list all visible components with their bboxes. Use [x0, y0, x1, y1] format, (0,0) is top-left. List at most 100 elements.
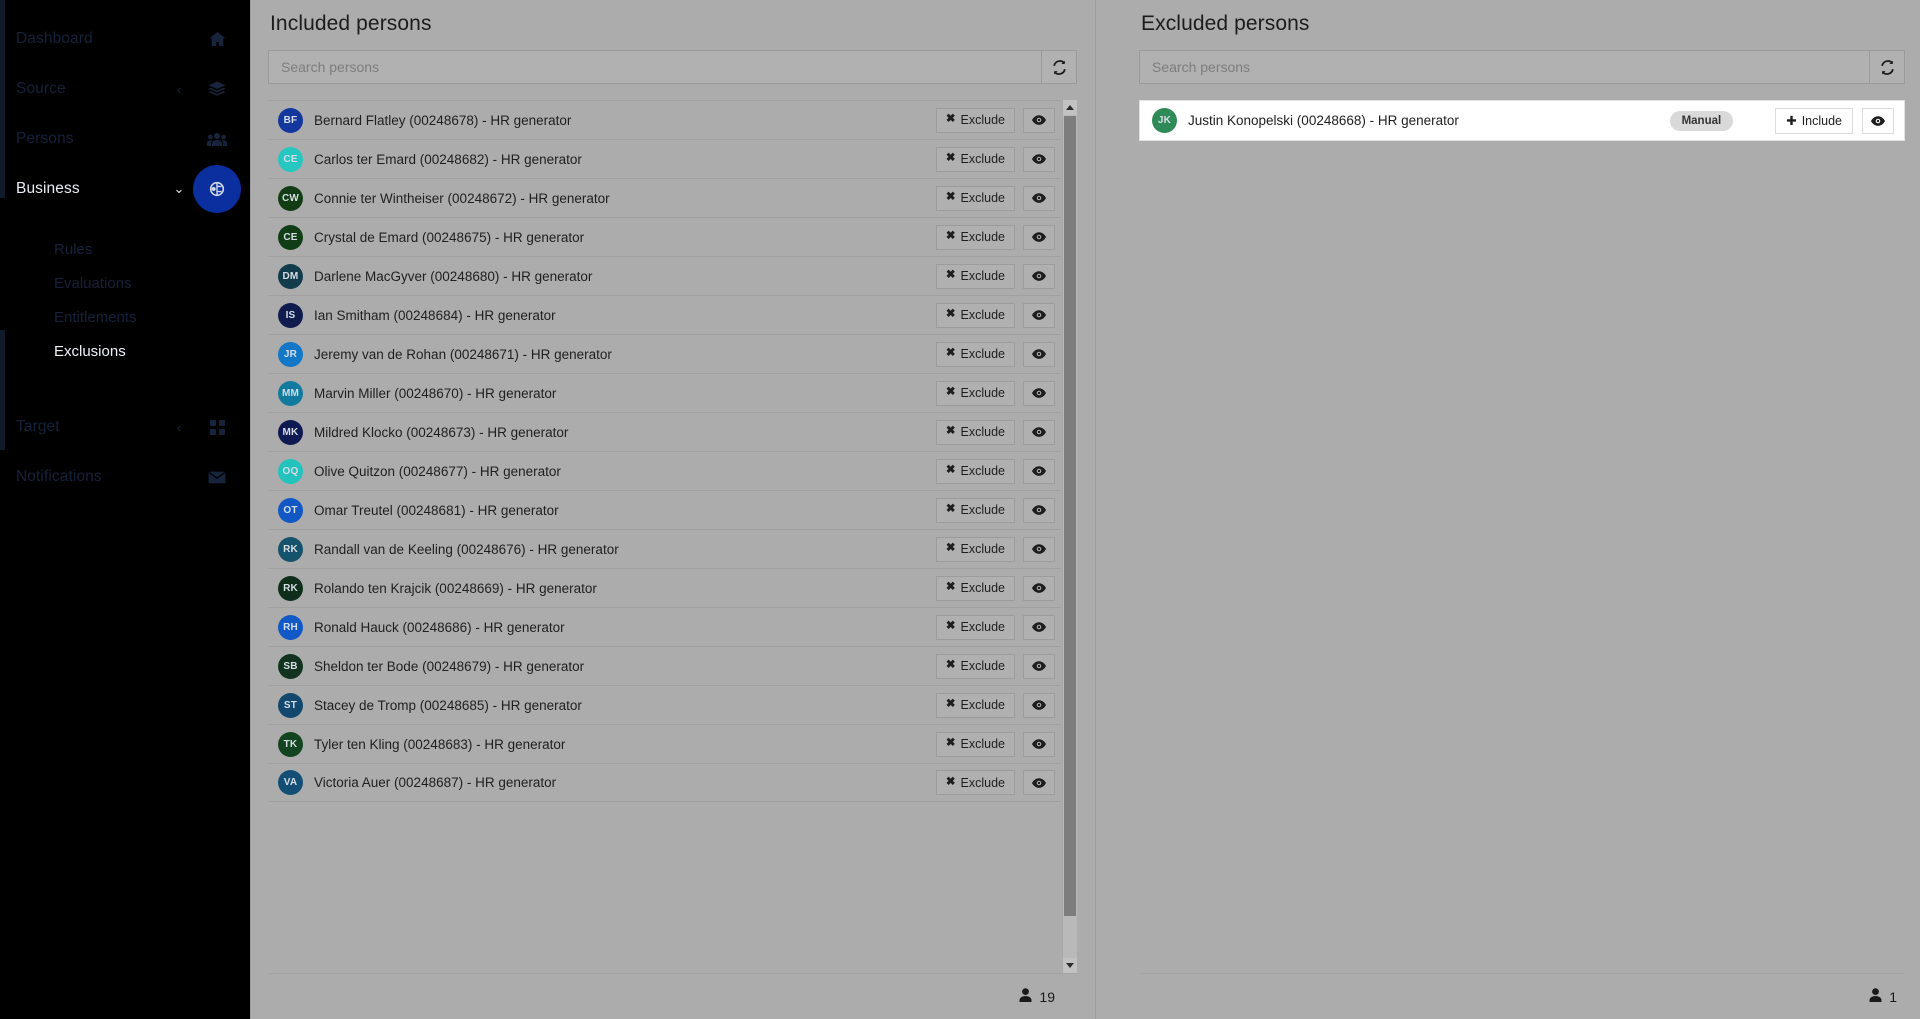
table-row[interactable]: OT Omar Treutel (00248681) - HR generator…: [268, 490, 1061, 529]
exclude-button[interactable]: ✖ Exclude: [935, 770, 1015, 795]
table-row[interactable]: RH Ronald Hauck (00248686) - HR generator…: [268, 607, 1061, 646]
sidebar-item-entitlements[interactable]: Entitlements: [0, 300, 250, 334]
eye-icon[interactable]: [1023, 692, 1055, 718]
close-icon: ✖: [945, 191, 956, 204]
search-input[interactable]: [268, 50, 1041, 84]
chevron-down-icon[interactable]: [1063, 958, 1077, 973]
sidebar-subitem-label: Evaluations: [54, 274, 132, 292]
scrollbar-vertical[interactable]: [1062, 100, 1077, 973]
eye-icon[interactable]: [1023, 536, 1055, 562]
sidebar: Dashboard Source ‹ Persons Business ⌄ Ru…: [0, 0, 250, 1019]
table-row[interactable]: JR Jeremy van de Rohan (00248671) - HR ge…: [268, 334, 1061, 373]
avatar: CE: [278, 224, 303, 250]
exclude-button[interactable]: ✖ Exclude: [935, 458, 1015, 484]
close-icon: ✖: [945, 386, 956, 399]
exclude-button[interactable]: ✖ Exclude: [935, 731, 1015, 757]
close-icon: ✖: [945, 775, 956, 788]
avatar: BF: [278, 107, 303, 133]
page-title-included: Included persons: [270, 12, 432, 35]
table-row[interactable]: CW Connie ter Wintheiser (00248672) - HR …: [268, 178, 1061, 217]
sidebar-item-notifications[interactable]: Notifications: [0, 452, 250, 502]
sidebar-item-persons[interactable]: Persons: [0, 114, 250, 164]
eye-icon[interactable]: [1023, 263, 1055, 289]
eye-icon[interactable]: [1023, 146, 1055, 172]
business-icon[interactable]: [194, 166, 240, 212]
person-label: Randall van de Keeling (00248676) - HR g…: [314, 541, 619, 557]
eye-icon[interactable]: [1023, 497, 1055, 523]
sidebar-item-target[interactable]: Target ‹: [0, 402, 250, 452]
avatar: ST: [278, 692, 303, 718]
table-row[interactable]: VA Victoria Auer (00248687) - HR generato…: [268, 763, 1061, 802]
eye-icon[interactable]: [1023, 575, 1055, 601]
table-row[interactable]: RK Randall van de Keeling (00248676) - HR…: [268, 529, 1061, 568]
sidebar-item-rules[interactable]: Rules: [0, 232, 250, 266]
sidebar-item-dashboard[interactable]: Dashboard: [0, 14, 250, 64]
exclude-button-label: Exclude: [960, 152, 1005, 166]
exclude-button[interactable]: ✖ Exclude: [935, 224, 1015, 250]
home-icon: [194, 16, 240, 62]
eye-icon[interactable]: [1023, 380, 1055, 406]
search-input[interactable]: [1139, 50, 1869, 84]
eye-icon[interactable]: [1023, 107, 1055, 133]
refresh-icon[interactable]: [1041, 50, 1077, 84]
person-label: Olive Quitzon (00248677) - HR generator: [314, 463, 561, 479]
exclude-button[interactable]: ✖ Exclude: [935, 380, 1015, 406]
exclude-button[interactable]: ✖ Exclude: [935, 536, 1015, 562]
eye-icon[interactable]: [1023, 185, 1055, 211]
avatar: MM: [278, 380, 303, 406]
table-row[interactable]: RK Rolando ten Krajcik (00248669) - HR ge…: [268, 568, 1061, 607]
excluded-persons-panel: Excluded persons JK Justin Konopelski (00…: [1117, 0, 1920, 1019]
include-button[interactable]: ✚ Include: [1775, 107, 1853, 134]
sidebar-item-evaluations[interactable]: Evaluations: [0, 266, 250, 300]
eye-icon[interactable]: [1023, 341, 1055, 367]
include-button-label: Include: [1801, 113, 1842, 128]
refresh-icon[interactable]: [1869, 50, 1905, 84]
eye-icon[interactable]: [1023, 770, 1055, 795]
eye-icon[interactable]: [1023, 224, 1055, 250]
table-row[interactable]: SB Sheldon ter Bode (00248679) - HR gener…: [268, 646, 1061, 685]
eye-icon[interactable]: [1862, 107, 1894, 134]
eye-icon[interactable]: [1023, 731, 1055, 757]
chevron-up-icon[interactable]: [1063, 100, 1077, 115]
exclude-button[interactable]: ✖ Exclude: [935, 419, 1015, 445]
exclude-button-label: Exclude: [960, 269, 1005, 283]
exclude-button[interactable]: ✖ Exclude: [935, 497, 1015, 523]
person-label: Darlene MacGyver (00248680) - HR generat…: [314, 268, 593, 284]
table-row[interactable]: BF Bernard Flatley (00248678) - HR genera…: [268, 100, 1061, 139]
exclude-button[interactable]: ✖ Exclude: [935, 692, 1015, 718]
table-row[interactable]: CE Carlos ter Emard (00248682) - HR gener…: [268, 139, 1061, 178]
exclude-button[interactable]: ✖ Exclude: [935, 263, 1015, 289]
exclude-button[interactable]: ✖ Exclude: [935, 185, 1015, 211]
sidebar-item-exclusions[interactable]: Exclusions: [0, 334, 250, 368]
table-row[interactable]: JK Justin Konopelski (00248668) - HR gene…: [1139, 100, 1905, 141]
exclude-button[interactable]: ✖ Exclude: [935, 341, 1015, 367]
exclude-button-label: Exclude: [960, 425, 1005, 439]
table-row[interactable]: IS Ian Smitham (00248684) - HR generator ✖…: [268, 295, 1061, 334]
table-row[interactable]: MM Marvin Miller (00248670) - HR generato…: [268, 373, 1061, 412]
exclude-button[interactable]: ✖ Exclude: [935, 575, 1015, 601]
exclude-button[interactable]: ✖ Exclude: [935, 653, 1015, 679]
exclude-button[interactable]: ✖ Exclude: [935, 107, 1015, 133]
included-persons-list: BF Bernard Flatley (00248678) - HR genera…: [268, 100, 1061, 973]
table-row[interactable]: DM Darlene MacGyver (00248680) - HR gener…: [268, 256, 1061, 295]
table-row[interactable]: MK Mildred Klocko (00248673) - HR generat…: [268, 412, 1061, 451]
eye-icon[interactable]: [1023, 458, 1055, 484]
exclude-button-label: Exclude: [960, 308, 1005, 322]
close-icon: ✖: [945, 542, 956, 555]
eye-icon[interactable]: [1023, 302, 1055, 328]
exclude-button[interactable]: ✖ Exclude: [935, 146, 1015, 172]
table-row[interactable]: ST Stacey de Tromp (00248685) - HR genera…: [268, 685, 1061, 724]
exclude-button[interactable]: ✖ Exclude: [935, 614, 1015, 640]
close-icon: ✖: [945, 269, 956, 282]
eye-icon[interactable]: [1023, 419, 1055, 445]
eye-icon[interactable]: [1023, 653, 1055, 679]
close-icon: ✖: [945, 464, 956, 477]
table-row[interactable]: CE Crystal de Emard (00248675) - HR gener…: [268, 217, 1061, 256]
sidebar-item-business[interactable]: Business ⌄: [0, 164, 250, 214]
table-row[interactable]: OQ Olive Quitzon (00248677) - HR generato…: [268, 451, 1061, 490]
exclude-button[interactable]: ✖ Exclude: [935, 302, 1015, 328]
eye-icon[interactable]: [1023, 614, 1055, 640]
scrollbar-thumb[interactable]: [1064, 116, 1076, 916]
table-row[interactable]: TK Tyler ten Kling (00248683) - HR genera…: [268, 724, 1061, 763]
sidebar-item-source[interactable]: Source ‹: [0, 64, 250, 114]
